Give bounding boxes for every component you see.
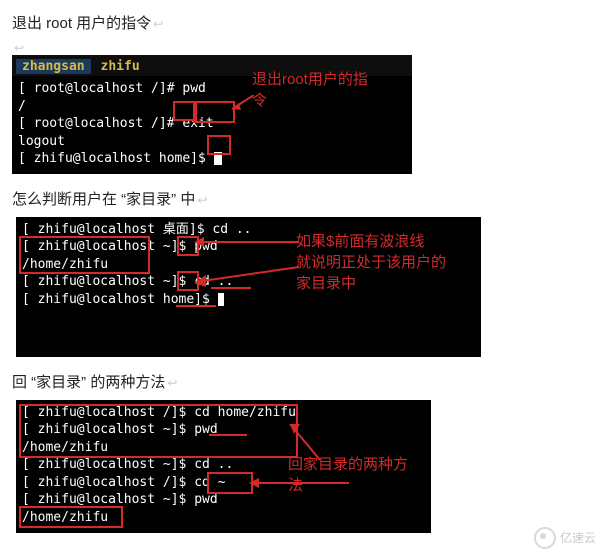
terminal-block-3: [ zhifu@localhost /]$ cd home/zhifu [ zh…	[16, 400, 431, 533]
logo-icon	[534, 527, 556, 549]
term-line: [ root@localhost /]# exit	[18, 115, 406, 133]
term-line: [ zhifu@localhost /]$ cd home/zhifu	[22, 404, 425, 422]
watermark: 亿速云	[534, 527, 596, 549]
cursor-icon	[218, 293, 224, 306]
watermark-text: 亿速云	[560, 529, 596, 546]
section-heading-exit-root: 退出 root 用户的指令↩	[12, 12, 590, 33]
cursor-icon	[214, 152, 222, 165]
terminal-tab-inactive[interactable]: zhifu	[95, 59, 146, 74]
annotation-text: 回家目录的两种方法	[288, 454, 408, 496]
annotation-text: 如果$前面有波浪线就说明正处于该用户的家目录中	[296, 231, 446, 294]
term-line: [ zhifu@localhost ~]$ pwd	[22, 421, 425, 439]
term-line: /home/zhifu	[22, 509, 425, 527]
annotation-text: 退出root用户的指令	[252, 69, 368, 111]
terminal-tab-active[interactable]: zhangsan	[16, 59, 91, 74]
section-heading-home-dir-check: 怎么判断用户在 “家目录” 中↩	[12, 188, 590, 209]
section-heading-go-home: 回 “家目录” 的两种方法↩	[12, 371, 590, 392]
term-line: [ zhifu@localhost home]$	[18, 150, 406, 168]
blank-para: ↩	[14, 41, 590, 55]
term-line: logout	[18, 133, 406, 151]
terminal-block-1: zhangsan zhifu [ root@localhost /]# pwd …	[12, 55, 412, 174]
terminal-block-2: [ zhifu@localhost 桌面]$ cd .. [ zhifu@loc…	[16, 217, 481, 357]
